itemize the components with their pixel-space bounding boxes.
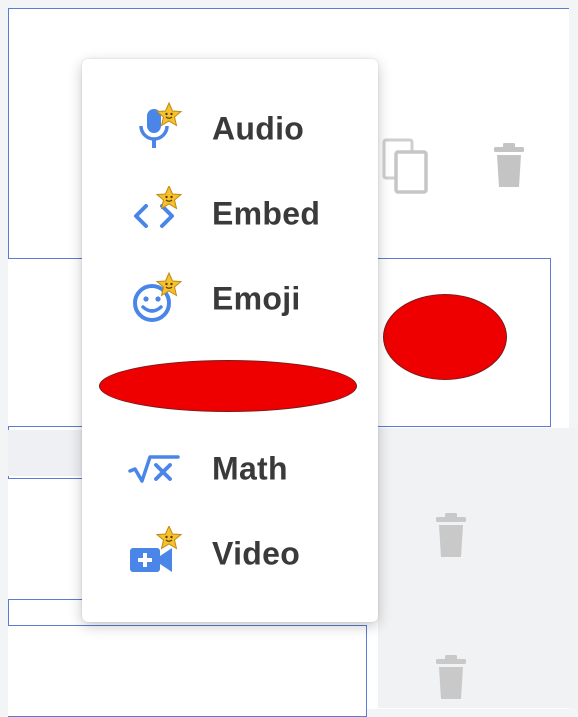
menu-item-math[interactable]: Math bbox=[82, 434, 378, 504]
trash-icon[interactable] bbox=[434, 655, 468, 701]
side-panel bbox=[378, 428, 578, 708]
redaction-mark bbox=[383, 294, 507, 380]
trash-icon[interactable] bbox=[434, 513, 468, 559]
trash-icon[interactable] bbox=[492, 143, 526, 189]
video-add-star-icon bbox=[130, 526, 183, 572]
code-star-icon bbox=[134, 186, 183, 228]
emoji-star-icon bbox=[133, 271, 183, 322]
menu-item-label: Emoji bbox=[212, 280, 301, 317]
mic-star-icon bbox=[139, 101, 183, 148]
menu-item-label: Embed bbox=[212, 195, 321, 232]
menu-item-emoji[interactable]: Emoji bbox=[82, 264, 378, 334]
content-block[interactable] bbox=[8, 625, 367, 717]
menu-item-label: Audio bbox=[212, 110, 305, 147]
redaction-mark bbox=[99, 360, 357, 412]
copy-icon[interactable] bbox=[380, 136, 430, 196]
menu-item-embed[interactable]: Embed bbox=[82, 179, 378, 249]
menu-item-label: Math bbox=[212, 450, 288, 487]
menu-item-label: Video bbox=[212, 535, 301, 572]
sqrt-x-icon bbox=[128, 455, 180, 483]
menu-item-video[interactable]: Video bbox=[82, 519, 378, 589]
menu-item-audio[interactable]: Audio bbox=[82, 94, 378, 164]
insert-menu: Audio Embed Emoji Math Video bbox=[82, 59, 378, 622]
